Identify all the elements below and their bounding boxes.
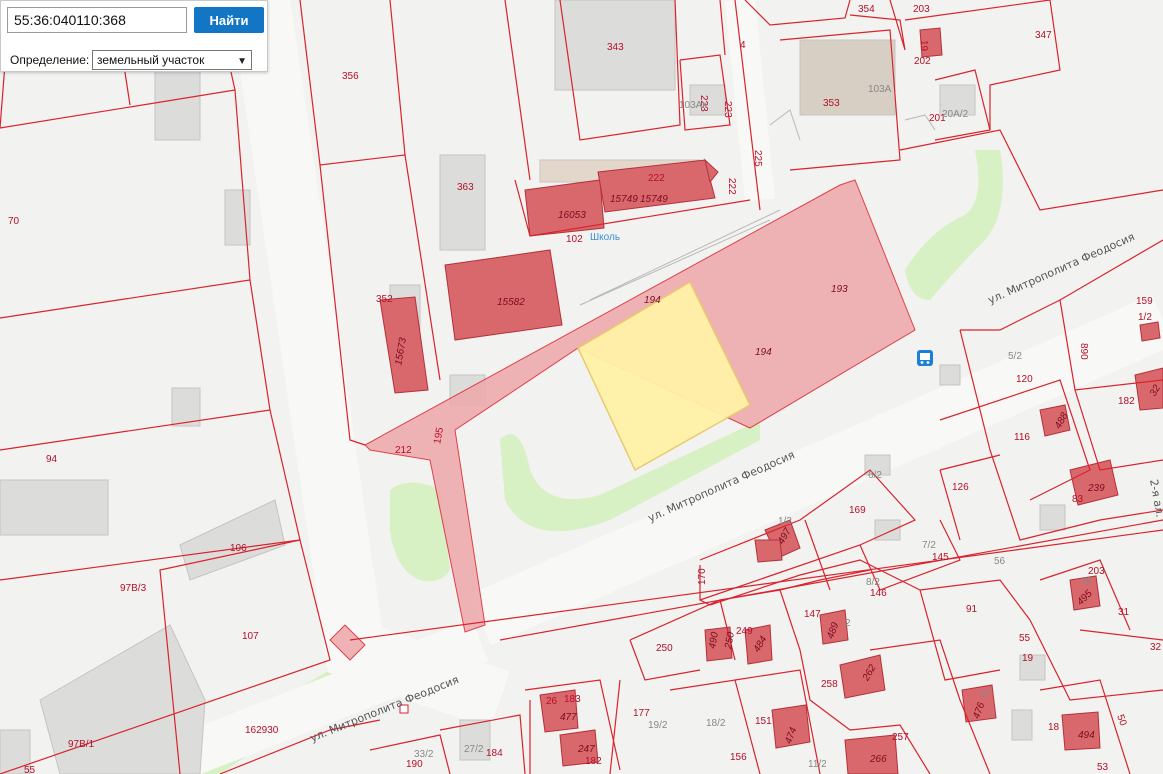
- svg-text:258: 258: [821, 679, 838, 690]
- svg-text:169: 169: [849, 505, 866, 516]
- svg-text:184: 184: [486, 748, 503, 759]
- svg-text:83: 83: [1072, 494, 1084, 505]
- svg-text:5/2: 5/2: [1008, 351, 1022, 362]
- svg-text:203: 203: [913, 4, 930, 15]
- find-button[interactable]: Найти: [194, 7, 264, 33]
- chevron-down-icon: ▼: [237, 56, 247, 67]
- svg-text:2: 2: [845, 618, 851, 629]
- svg-text:156: 156: [730, 752, 747, 763]
- svg-text:53: 53: [1097, 762, 1109, 773]
- svg-text:151: 151: [755, 716, 772, 727]
- svg-text:239: 239: [1087, 483, 1105, 494]
- svg-text:225: 225: [752, 150, 763, 167]
- svg-text:193: 193: [831, 284, 848, 295]
- svg-text:15749: 15749: [640, 194, 668, 205]
- svg-text:18: 18: [1048, 722, 1060, 733]
- svg-text:190: 190: [406, 759, 423, 770]
- svg-text:494: 494: [1078, 730, 1095, 741]
- svg-text:147: 147: [804, 609, 821, 620]
- svg-text:19: 19: [1022, 653, 1034, 664]
- school-label: Школь: [590, 232, 620, 243]
- svg-text:102: 102: [566, 234, 583, 245]
- svg-text:103Ак: 103Ак: [679, 100, 707, 111]
- svg-text:182: 182: [585, 756, 602, 767]
- svg-text:18/2: 18/2: [706, 718, 726, 729]
- svg-text:19: 19: [918, 40, 929, 52]
- definition-select[interactable]: земельный участок ▼: [92, 50, 252, 70]
- svg-text:8/2: 8/2: [866, 577, 880, 588]
- svg-text:126: 126: [952, 482, 969, 493]
- svg-text:107: 107: [242, 631, 259, 642]
- svg-text:91: 91: [966, 604, 978, 615]
- svg-text:223: 223: [722, 101, 733, 118]
- svg-text:56: 56: [994, 556, 1006, 567]
- svg-text:182: 182: [1118, 396, 1135, 407]
- svg-text:177: 177: [633, 708, 650, 719]
- svg-text:363: 363: [457, 182, 474, 193]
- svg-text:183: 183: [564, 694, 581, 705]
- svg-text:120: 120: [1016, 374, 1033, 385]
- svg-text:170: 170: [697, 568, 708, 585]
- svg-text:15749: 15749: [610, 194, 638, 205]
- svg-text:194: 194: [755, 347, 772, 358]
- svg-text:33/2: 33/2: [414, 749, 434, 760]
- svg-text:356: 356: [342, 71, 359, 82]
- svg-text:7/2: 7/2: [922, 540, 936, 551]
- svg-text:890: 890: [1078, 343, 1089, 360]
- svg-text:1/2: 1/2: [778, 516, 792, 527]
- svg-text:145: 145: [932, 552, 949, 563]
- svg-text:20А/2: 20А/2: [942, 109, 969, 120]
- svg-text:247: 247: [577, 744, 595, 755]
- svg-text:250: 250: [656, 643, 673, 654]
- svg-text:4: 4: [740, 40, 746, 51]
- svg-text:222: 222: [648, 173, 665, 184]
- svg-text:343: 343: [607, 42, 624, 53]
- svg-text:103А: 103А: [868, 84, 892, 95]
- svg-text:116: 116: [1014, 432, 1030, 443]
- svg-text:266: 266: [869, 754, 887, 765]
- svg-text:6/2: 6/2: [868, 470, 882, 481]
- svg-text:27/2: 27/2: [464, 744, 484, 755]
- svg-text:31: 31: [1118, 607, 1130, 618]
- svg-text:249: 249: [736, 626, 753, 637]
- svg-text:16053: 16053: [558, 210, 586, 221]
- svg-text:106: 106: [230, 543, 247, 554]
- svg-text:212: 212: [395, 445, 412, 456]
- svg-text:257: 257: [892, 732, 909, 743]
- svg-text:55: 55: [1019, 633, 1031, 644]
- cadastral-number-input[interactable]: [7, 7, 187, 33]
- search-panel: Найти Определение: земельный участок ▼: [0, 0, 268, 72]
- svg-text:159: 159: [1136, 296, 1153, 307]
- svg-text:347: 347: [1035, 30, 1052, 41]
- definition-label: Определение:: [10, 53, 90, 67]
- svg-text:70: 70: [8, 216, 20, 227]
- svg-text:162930: 162930: [245, 725, 279, 736]
- svg-text:15582: 15582: [497, 297, 525, 308]
- bus-stop-icon[interactable]: [917, 350, 933, 366]
- svg-text:55: 55: [24, 765, 36, 774]
- svg-text:94: 94: [46, 454, 58, 465]
- svg-text:352: 352: [376, 294, 393, 305]
- svg-text:97В/3: 97В/3: [120, 583, 147, 594]
- svg-text:202: 202: [914, 56, 931, 67]
- cadastral-map[interactable]: 70 94 120 356 343 4 354 203 347 19 202 2…: [0, 0, 1163, 774]
- svg-text:19/2: 19/2: [648, 720, 668, 731]
- svg-text:11/2: 11/2: [808, 759, 827, 770]
- svg-text:30: 30: [1081, 576, 1093, 587]
- svg-text:37: 37: [980, 689, 992, 700]
- definition-selected-value: земельный участок: [97, 53, 205, 67]
- svg-text:354: 354: [858, 4, 875, 15]
- svg-text:146: 146: [870, 588, 887, 599]
- svg-text:97В/1: 97В/1: [68, 739, 95, 750]
- svg-text:194: 194: [644, 295, 661, 306]
- svg-text:1/2: 1/2: [1138, 312, 1152, 323]
- svg-text:353: 353: [823, 98, 840, 109]
- svg-text:477: 477: [560, 712, 577, 723]
- svg-text:26: 26: [546, 696, 558, 707]
- svg-text:32: 32: [1150, 642, 1162, 653]
- svg-text:222: 222: [726, 178, 737, 195]
